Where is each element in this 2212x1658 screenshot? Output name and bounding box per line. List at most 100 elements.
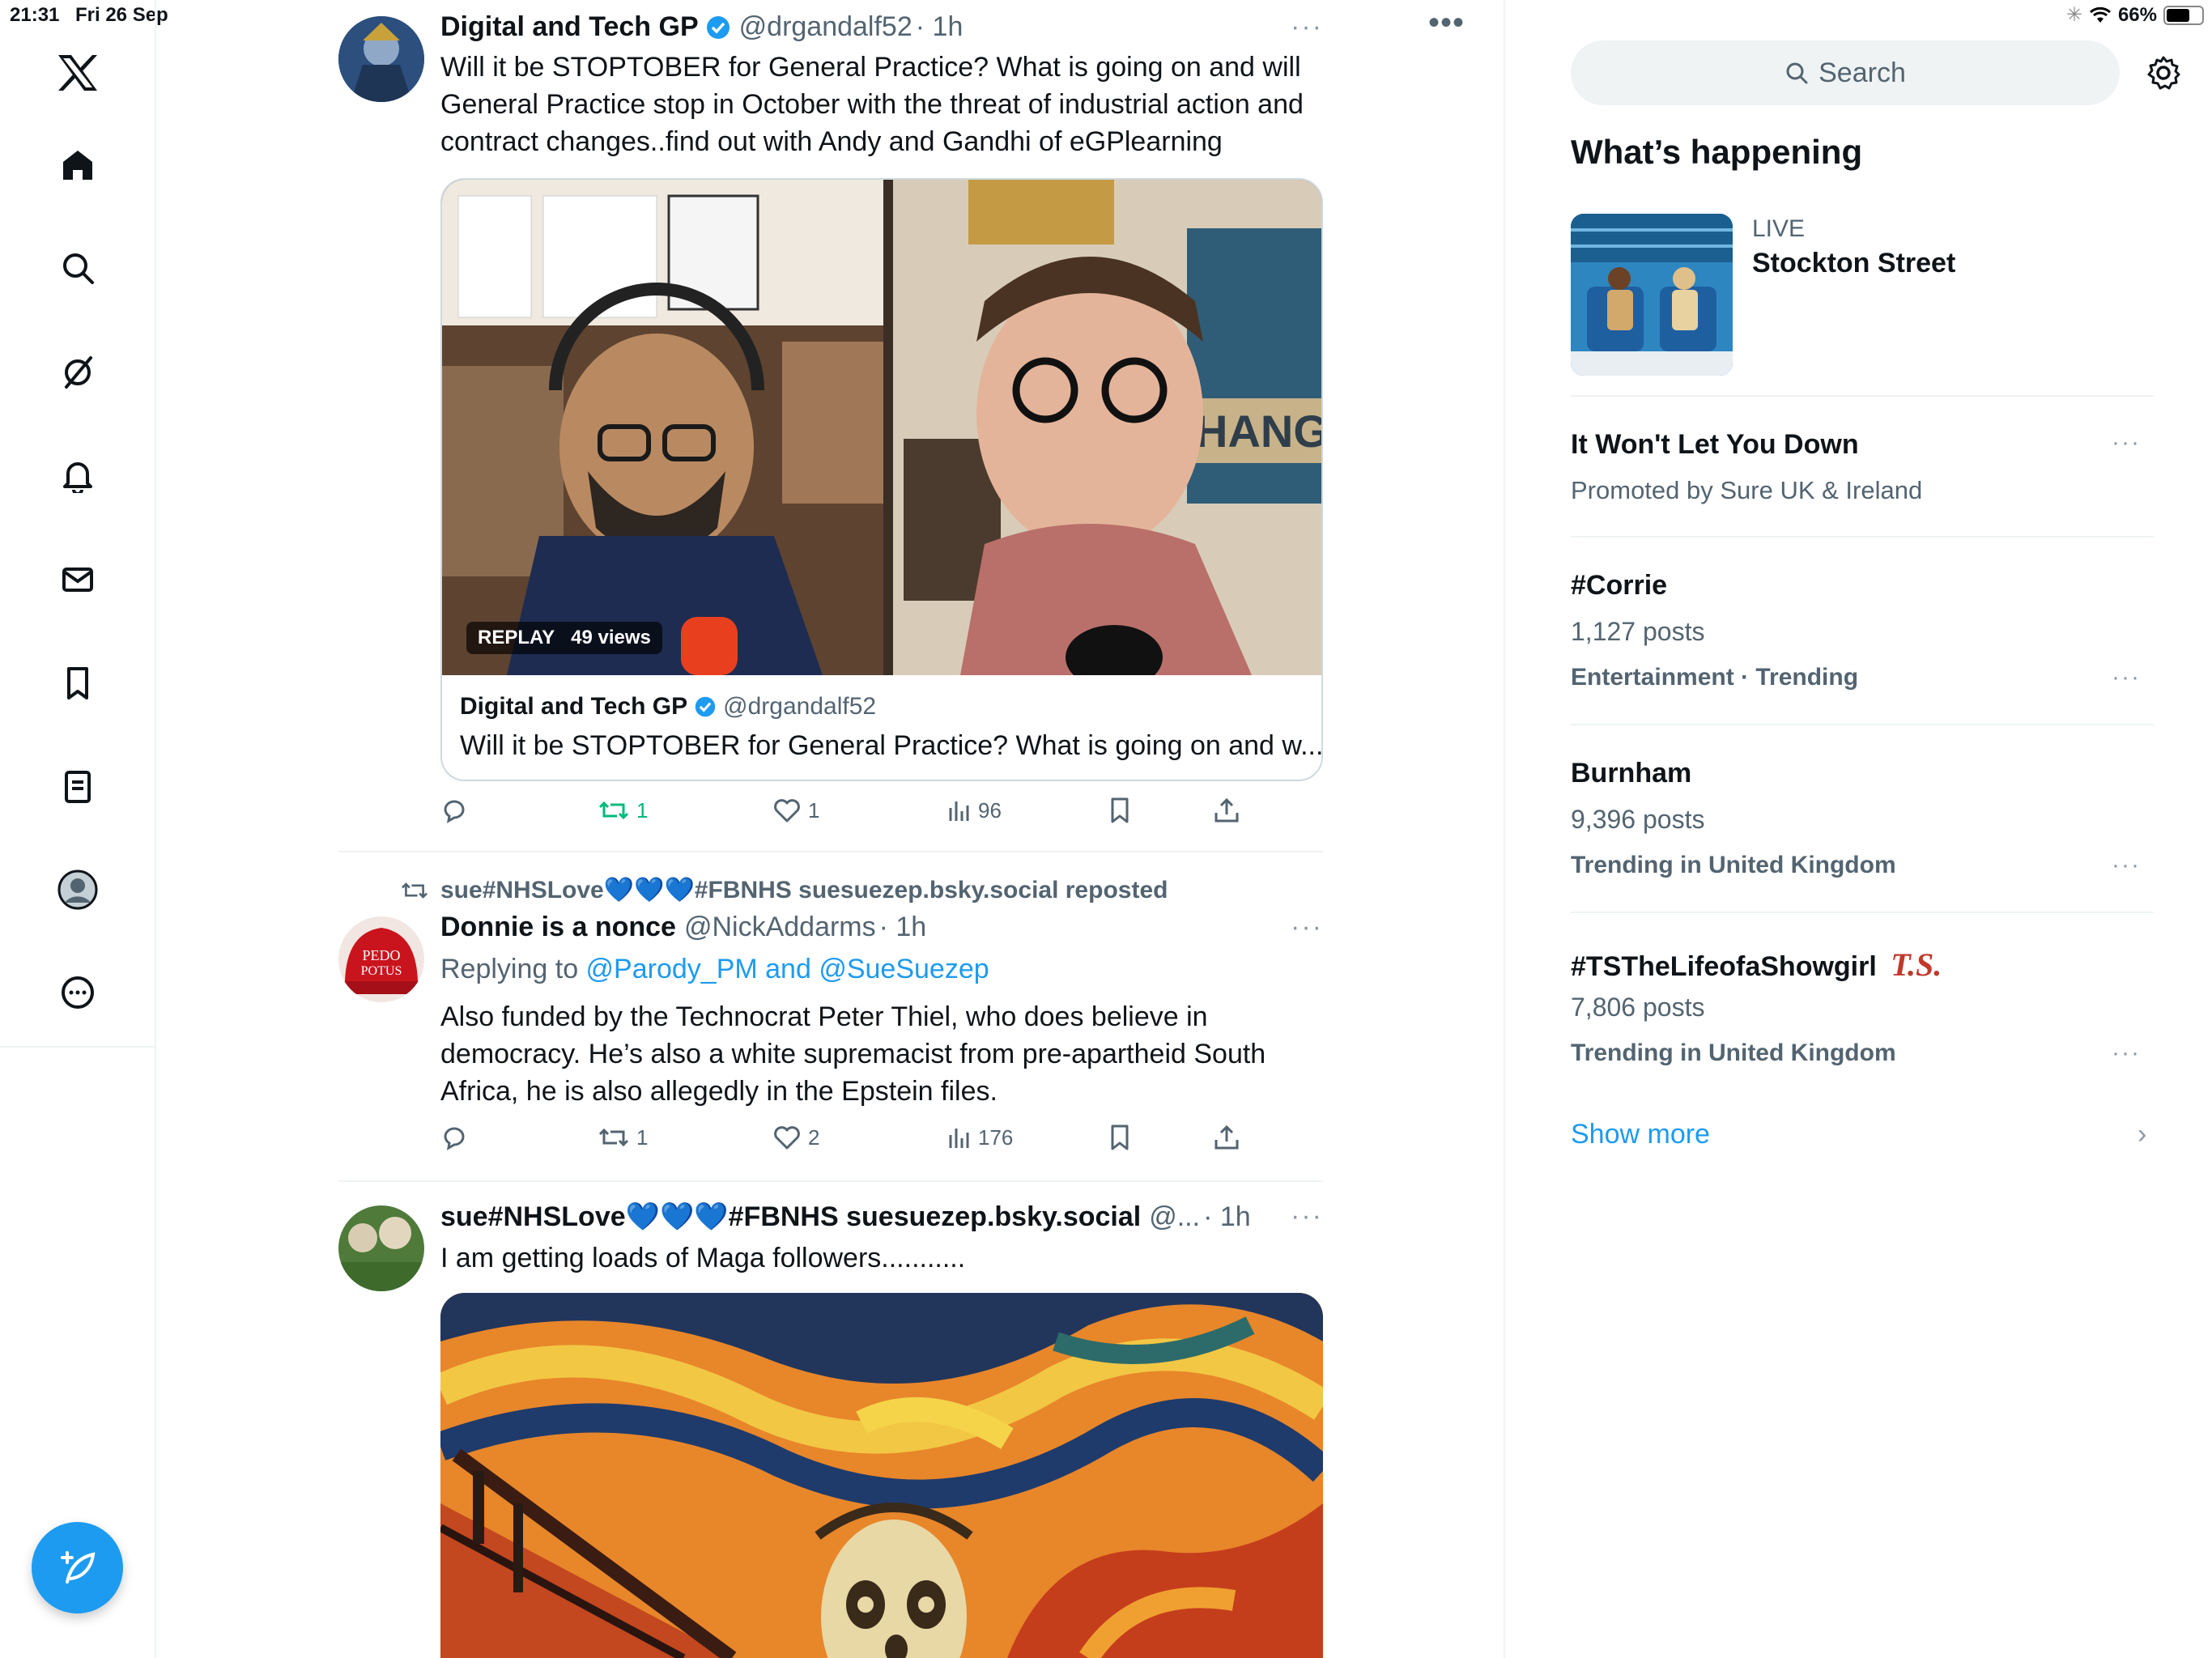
replying-to: Replying to @Parody_PM and @SueSuezep [440,950,1323,988]
chevron-right-icon[interactable]: › [2138,1119,2146,1150]
lists-icon[interactable] [53,763,102,811]
live-event-image[interactable] [1571,214,1733,376]
more-options-icon[interactable]: ··· [2112,1039,2141,1067]
more-options-icon[interactable]: ··· [2112,664,2141,691]
settings-gear-icon[interactable] [2146,55,2181,91]
search-input[interactable]: Search [1571,40,2120,105]
left-navigation [0,0,156,1658]
reply-icon [444,1127,465,1150]
reply-button[interactable] [440,1124,468,1151]
compose-post-button[interactable] [32,1522,123,1613]
view-count: 96 [978,797,1002,823]
svg-text:POTUS: POTUS [361,964,402,978]
card-text: Will it be STOPTOBER for General Practic… [460,730,1323,761]
replying-prefix: Replying to [440,954,586,984]
views-button[interactable]: 96 [947,797,1002,824]
like-button[interactable]: 1 [772,797,819,824]
tweet-header: sue#NHSLove💙💙💙#FBNHS suesuezep.bsky.soci… [440,1201,1251,1233]
replying-to-users[interactable]: @Parody_PM and @SueSuezep [586,954,989,984]
card-author-handle: @drgandalf52 [723,693,877,720]
tweet-text: I am getting loads of Maga followers....… [440,1243,966,1273]
author-name[interactable]: Digital and Tech GP [440,11,699,43]
post-time: · 1h [915,11,963,42]
messages-envelope-icon[interactable] [53,555,102,604]
like-count: 2 [808,1124,820,1150]
live-label: LIVE [1752,215,1806,242]
tweet-actions: 1 2 176 [440,1124,1250,1156]
avatar[interactable] [338,16,424,102]
views-button[interactable]: 176 [947,1124,1013,1151]
avatar[interactable]: PEDO POTUS [338,916,424,1002]
grok-icon[interactable] [53,348,102,397]
repost-label: sue#NHSLove💙💙💙#FBNHS suesuezep.bsky.soci… [440,877,1168,903]
repost-indicator[interactable]: sue#NHSLove💙💙💙#FBNHS suesuezep.bsky.soci… [400,876,1168,904]
svg-text:PEDO: PEDO [362,947,400,963]
repost-icon [402,882,428,899]
show-more-link[interactable]: Show more [1571,1119,1710,1150]
author-name[interactable]: Donnie is a nonce [440,912,676,943]
author-name[interactable]: sue#NHSLove💙💙💙#FBNHS suesuezep.bsky.soci… [440,1201,1141,1233]
like-button[interactable]: 2 [772,1124,819,1151]
more-options-icon[interactable] [53,968,102,1017]
live-event-title[interactable]: Stockton Street [1752,248,1955,279]
author-handle[interactable]: @drgandalf52 [739,11,912,43]
retweet-button[interactable]: 1 [598,1124,648,1151]
sidebar-divider [1571,536,2154,538]
nav-divider [0,1046,156,1048]
share-button[interactable] [1213,797,1240,824]
avatar[interactable] [338,1205,424,1291]
share-icon [1214,797,1239,823]
compose-feather-icon [60,1550,95,1584]
bookmark-icon [1111,797,1129,823]
video-thumbnail[interactable]: HANGE REPLAY 49 views [442,180,1321,675]
tweet-divider [338,1180,1323,1182]
author-handle[interactable]: @... [1149,1201,1200,1233]
feed-right-border [1504,0,1505,1658]
more-options-icon[interactable]: ··· [2112,429,2141,457]
trend-context: Trending in United Kingdom [1571,1039,1896,1066]
trend-post-count: 9,396 posts [1571,805,1705,834]
heart-icon [774,1126,800,1150]
tweet-text: Will it be STOPTOBER for General Practic… [440,52,1304,157]
search-icon [1786,62,1808,84]
right-sidebar: Search What’s happening LIVE Stockton St… [1571,0,2202,1658]
trend-name-row: #TSTheLifeofaShowgirl T.S. [1571,946,1942,984]
tweet-header: Digital and Tech GP @drgandalf52 · 1h [440,11,963,43]
promoted-title[interactable]: It Won't Let You Down [1571,429,1859,461]
tweet-image[interactable] [440,1293,1323,1658]
video-card[interactable]: HANGE REPLAY 49 views Digital and Tech G… [440,178,1323,781]
more-options-icon[interactable]: ··· [1291,912,1323,943]
card-author[interactable]: Digital and Tech GP @drgandalf52 [460,693,876,721]
x-logo-icon[interactable] [53,49,102,97]
view-count: 176 [978,1124,1014,1150]
whats-happening-heading: What’s happening [1571,133,1863,171]
more-options-icon[interactable]: ··· [1291,11,1323,43]
bookmark-button[interactable] [1108,1124,1132,1151]
like-count: 1 [808,797,820,823]
trend-post-count: 1,127 posts [1571,617,1705,646]
sidebar-divider [1571,724,2154,725]
reply-button[interactable] [440,797,468,824]
trend-hashflag-badge: T.S. [1891,946,1942,983]
trend-name: #TSTheLifeofaShowgirl [1571,951,1877,982]
search-icon[interactable] [53,244,102,292]
multitask-dots-icon[interactable]: ••• [1428,5,1465,41]
more-options-icon[interactable]: ··· [1291,1201,1323,1232]
video-view-count: 49 views [571,627,651,648]
retweet-count: 1 [636,797,649,823]
retweet-button[interactable]: 1 [598,797,648,824]
trend-name: #Corrie [1571,570,1668,601]
search-placeholder: Search [1819,57,1906,88]
bookmarks-icon[interactable] [53,659,102,708]
home-icon[interactable] [53,141,102,189]
bookmark-icon [1111,1124,1129,1150]
author-handle[interactable]: @NickAddarms [684,912,876,943]
bookmark-button[interactable] [1108,797,1132,824]
heart-icon [774,799,800,823]
share-button[interactable] [1213,1124,1240,1151]
views-chart-icon [949,801,969,821]
notifications-bell-icon[interactable] [53,451,102,500]
profile-avatar-icon[interactable] [53,865,102,914]
trend-context: Trending in United Kingdom [1571,852,1896,878]
more-options-icon[interactable]: ··· [2112,852,2141,879]
